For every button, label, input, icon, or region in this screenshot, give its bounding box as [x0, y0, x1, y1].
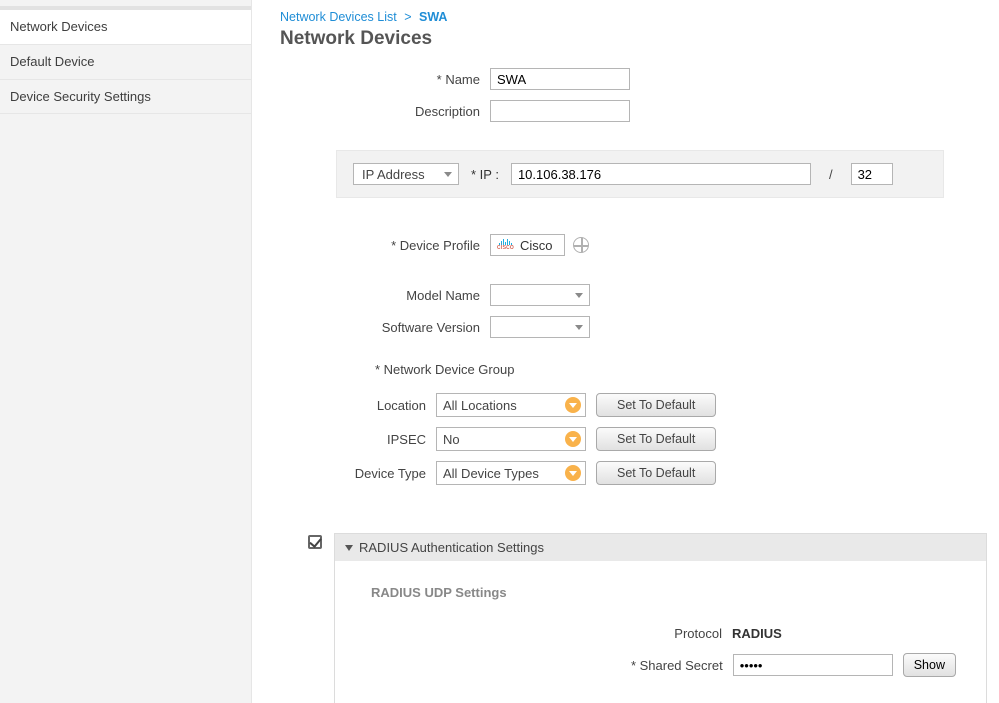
sidebar-item-label: Device Security Settings: [10, 89, 151, 104]
model-name-dropdown[interactable]: [490, 284, 590, 306]
description-input[interactable]: [490, 100, 630, 122]
row-ipsec: IPSEC No Set To Default: [280, 427, 987, 451]
name-label: Name: [280, 72, 490, 87]
shared-secret-input[interactable]: [733, 654, 893, 676]
row-device-type: Device Type All Device Types Set To Defa…: [280, 461, 987, 485]
main-content: Network Devices List > SWA Network Devic…: [252, 0, 999, 703]
radius-section: RADIUS Authentication Settings RADIUS UD…: [280, 533, 987, 703]
radius-panel-header[interactable]: RADIUS Authentication Settings: [335, 534, 986, 561]
radius-panel-body: RADIUS UDP Settings Protocol RADIUS * Sh…: [335, 561, 986, 703]
protocol-label: Protocol: [674, 626, 722, 641]
device-profile-value: Cisco: [520, 238, 553, 253]
breadcrumb-parent-link[interactable]: Network Devices List: [280, 10, 397, 24]
row-protocol: Protocol RADIUS: [365, 626, 956, 641]
breadcrumb-separator: >: [404, 10, 411, 24]
ip-mask-input[interactable]: [851, 163, 893, 185]
description-label: Description: [280, 104, 490, 119]
radius-enable-checkbox[interactable]: [308, 535, 322, 549]
device-type-set-default-button[interactable]: Set To Default: [596, 461, 716, 485]
ip-mask-separator: /: [829, 167, 833, 182]
model-name-label: Model Name: [280, 288, 490, 303]
radius-panel: RADIUS Authentication Settings RADIUS UD…: [334, 533, 987, 703]
ip-mode-value: IP Address: [362, 167, 425, 182]
ipsec-set-default-button[interactable]: Set To Default: [596, 427, 716, 451]
radius-udp-subheading: RADIUS UDP Settings: [371, 585, 956, 600]
cisco-logo-icon: cisco: [497, 239, 514, 251]
show-secret-button[interactable]: Show: [903, 653, 956, 677]
row-description: Description: [280, 100, 987, 122]
ipsec-label: IPSEC: [280, 432, 436, 447]
network-device-group-label: * Network Device Group: [375, 362, 987, 377]
globe-icon[interactable]: [573, 237, 589, 253]
location-label: Location: [280, 398, 436, 413]
protocol-value: RADIUS: [732, 626, 956, 641]
ipsec-value: No: [443, 432, 460, 447]
chevron-down-icon: [565, 397, 581, 413]
row-software-version: Software Version: [280, 316, 987, 338]
sidebar-item-label: Network Devices: [10, 19, 108, 34]
location-set-default-button[interactable]: Set To Default: [596, 393, 716, 417]
row-shared-secret: * Shared Secret Show: [365, 653, 956, 677]
software-version-label: Software Version: [280, 320, 490, 335]
row-location: Location All Locations Set To Default: [280, 393, 987, 417]
sidebar-item-device-security-settings[interactable]: Device Security Settings: [0, 79, 251, 114]
ip-mode-dropdown[interactable]: IP Address: [353, 163, 459, 185]
ip-input[interactable]: [511, 163, 811, 185]
sidebar: Network Devices Default Device Device Se…: [0, 0, 252, 703]
collapse-triangle-icon: [345, 545, 353, 551]
breadcrumb: Network Devices List > SWA: [280, 10, 987, 24]
sidebar-item-network-devices[interactable]: Network Devices: [0, 10, 251, 44]
ip-address-panel: IP Address * IP : /: [336, 150, 944, 198]
row-model-name: Model Name: [280, 284, 987, 306]
name-input[interactable]: [490, 68, 630, 90]
breadcrumb-current: SWA: [419, 10, 447, 24]
row-device-profile: Device Profile cisco Cisco: [280, 234, 987, 256]
radius-panel-title: RADIUS Authentication Settings: [359, 540, 544, 555]
chevron-down-icon: [575, 325, 583, 330]
device-type-value: All Device Types: [443, 466, 539, 481]
software-version-dropdown[interactable]: [490, 316, 590, 338]
chevron-down-icon: [444, 172, 452, 177]
ip-field-label: * IP :: [471, 167, 499, 182]
device-profile-label: Device Profile: [280, 238, 490, 253]
page-title: Network Devices: [280, 28, 987, 50]
location-dropdown[interactable]: All Locations: [436, 393, 586, 417]
shared-secret-label: * Shared Secret: [631, 658, 723, 673]
device-type-dropdown[interactable]: All Device Types: [436, 461, 586, 485]
chevron-down-icon: [565, 431, 581, 447]
row-name: Name: [280, 68, 987, 90]
chevron-down-icon: [565, 465, 581, 481]
chevron-down-icon: [575, 293, 583, 298]
ipsec-dropdown[interactable]: No: [436, 427, 586, 451]
sidebar-item-default-device[interactable]: Default Device: [0, 44, 251, 79]
location-value: All Locations: [443, 398, 517, 413]
device-profile-dropdown[interactable]: cisco Cisco: [490, 234, 565, 256]
sidebar-item-label: Default Device: [10, 54, 95, 69]
device-type-label: Device Type: [280, 466, 436, 481]
